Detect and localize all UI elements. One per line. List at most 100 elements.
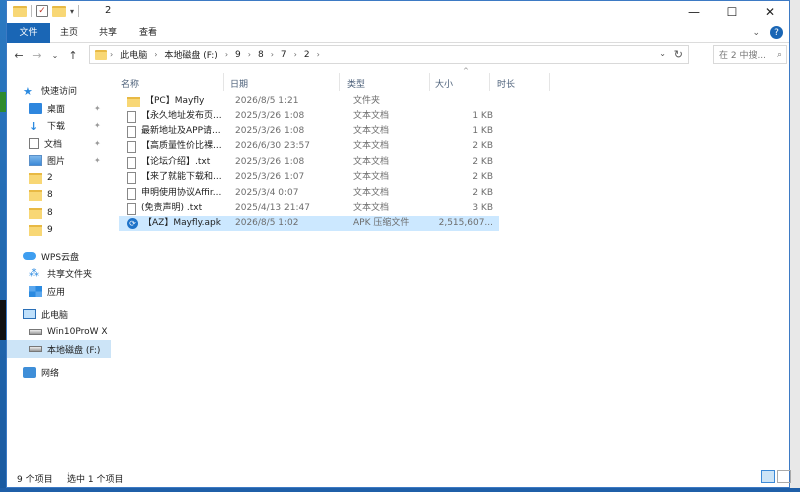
breadcrumb[interactable]: 2: [300, 50, 314, 60]
column-divider[interactable]: [429, 73, 430, 91]
star-icon: ★: [23, 84, 33, 98]
table-row[interactable]: ⟳ 【AZ】Mayfly.apk 2026/8/5 1:02 APK 压缩文件 2…: [119, 216, 499, 231]
ribbon-right: ⌄ ?: [752, 26, 783, 39]
table-row[interactable]: 最新地址及APP请... 2025/3/26 1:08 文本文档 1 KB: [119, 124, 499, 139]
forward-button[interactable]: →: [29, 46, 45, 64]
column-divider[interactable]: [223, 73, 224, 91]
sidebar-item-documents[interactable]: 文档 ✦: [7, 134, 111, 152]
breadcrumb[interactable]: 7: [277, 50, 291, 60]
close-button[interactable]: ✕: [751, 1, 789, 23]
large-icons-view-button[interactable]: [777, 470, 791, 483]
recent-locations-button[interactable]: ⌄: [47, 46, 63, 64]
sidebar-item-local-disk-f[interactable]: 本地磁盘 (F:): [7, 340, 111, 358]
back-button[interactable]: ←: [11, 46, 27, 64]
folder-icon: [29, 189, 42, 201]
details-view-button[interactable]: [761, 470, 775, 483]
breadcrumb[interactable]: 此电脑: [116, 48, 151, 61]
sidebar-item-network[interactable]: 网络: [7, 363, 111, 381]
sort-up-icon: ^: [463, 67, 469, 75]
chevron-right-icon: ›: [247, 50, 251, 59]
sidebar-item-label: 快速访问: [41, 86, 78, 97]
sidebar-item-label: 应用: [47, 287, 66, 298]
table-row[interactable]: 【论坛介绍】.txt 2025/3/26 1:08 文本文档 2 KB: [119, 155, 499, 170]
sidebar-item-quick-access[interactable]: ★ 快速访问: [7, 81, 111, 99]
file-explorer-window: ✓ ▾ 2 — ☐ ✕ 文件 主页 共享 查看 ⌄ ? ← → ⌄ ↑ › 此电…: [6, 0, 791, 488]
sidebar-item-label: 桌面: [47, 104, 66, 115]
sidebar-item-apps[interactable]: 应用: [7, 282, 111, 300]
window-controls: — ☐ ✕: [675, 1, 789, 23]
column-header-name[interactable]: 名称: [121, 73, 139, 93]
sidebar-item-label: 2: [47, 173, 53, 183]
toolbar-divider: [78, 5, 80, 17]
column-divider[interactable]: [339, 73, 340, 91]
file-size: 2 KB: [472, 141, 493, 151]
expand-ribbon-icon[interactable]: ⌄: [752, 28, 760, 38]
text-file-icon: [127, 140, 136, 153]
sidebar-item-pictures[interactable]: 图片 ✦: [7, 151, 111, 169]
folder-icon: [13, 5, 27, 17]
column-divider[interactable]: [549, 73, 550, 91]
sidebar-item-folder-9[interactable]: 9: [7, 221, 111, 239]
breadcrumb[interactable]: 8: [254, 50, 268, 60]
ribbon: 文件 主页 共享 查看 ⌄ ?: [7, 23, 789, 43]
help-icon[interactable]: ?: [770, 26, 783, 39]
table-row[interactable]: (免责声明) .txt 2025/4/13 21:47 文本文档 3 KB: [119, 201, 499, 216]
navigation-bar: ← → ⌄ ↑ › 此电脑 › 本地磁盘 (F:) › 9 › 8 › 7 › …: [7, 44, 789, 66]
file-size: 2,515,607...: [438, 218, 493, 228]
column-header-duration[interactable]: 时长: [497, 73, 515, 93]
search-input[interactable]: 在 2 中搜... ⌕: [713, 45, 787, 64]
file-date: 2025/3/26 1:08: [235, 157, 305, 167]
customize-toolbar-icon[interactable]: ▾: [70, 7, 74, 16]
table-row[interactable]: 【来了就能下载和... 2025/3/26 1:07 文本文档 2 KB: [119, 170, 499, 185]
properties-icon[interactable]: ✓: [36, 5, 48, 17]
apk-icon: ⟳: [127, 218, 138, 229]
sidebar-item-folder-8[interactable]: 8: [7, 204, 111, 222]
sidebar-item-downloads[interactable]: ↓ 下载 ✦: [7, 116, 111, 134]
desktop-icon: [29, 102, 42, 114]
text-file-icon: [127, 187, 136, 200]
chevron-down-icon[interactable]: ⌄: [659, 49, 666, 58]
breadcrumb[interactable]: 本地磁盘 (F:): [160, 48, 221, 61]
pin-icon[interactable]: ✦: [94, 156, 101, 165]
column-divider[interactable]: [489, 73, 490, 91]
network-icon: [23, 366, 36, 378]
minimize-button[interactable]: —: [675, 1, 713, 23]
column-header-size[interactable]: 大小: [435, 73, 453, 93]
new-folder-icon[interactable]: [52, 5, 66, 17]
maximize-button[interactable]: ☐: [713, 1, 751, 23]
table-row[interactable]: 【永久地址发布页... 2025/3/26 1:08 文本文档 1 KB: [119, 109, 499, 124]
taskbar: [0, 488, 800, 492]
refresh-icon[interactable]: ↻: [674, 48, 683, 61]
pin-icon[interactable]: ✦: [94, 139, 101, 148]
tab-share[interactable]: 共享: [89, 23, 127, 43]
sidebar-item-this-pc[interactable]: 此电脑: [7, 305, 111, 323]
pin-icon[interactable]: ✦: [94, 104, 101, 113]
sidebar-item-label: Win10ProW X: [47, 327, 108, 337]
column-header-type[interactable]: 类型: [347, 73, 365, 93]
cloud-icon: [23, 252, 36, 260]
sidebar-item-folder-2[interactable]: 2: [7, 169, 111, 187]
file-date: 2026/8/5 1:21: [235, 96, 299, 106]
column-header-date[interactable]: 日期: [230, 73, 248, 93]
sidebar-item-desktop[interactable]: 桌面 ✦: [7, 99, 111, 117]
up-button[interactable]: ↑: [65, 46, 81, 64]
chevron-right-icon: ›: [270, 50, 274, 59]
pin-icon[interactable]: ✦: [94, 121, 101, 130]
table-row[interactable]: 【PC】Mayfly 2026/8/5 1:21 文件夹: [119, 94, 499, 109]
sidebar-item-folder-8[interactable]: 8: [7, 186, 111, 204]
window-title: 2: [105, 5, 112, 16]
sidebar-item-win10-drive[interactable]: Win10ProW X: [7, 323, 111, 341]
breadcrumb[interactable]: 9: [231, 50, 245, 60]
table-row[interactable]: 申明使用协议Affir... 2025/3/4 0:07 文本文档 2 KB: [119, 186, 499, 201]
file-size: 2 KB: [472, 188, 493, 198]
tab-view[interactable]: 查看: [129, 23, 167, 43]
file-name: 【论坛介绍】.txt: [141, 157, 211, 167]
address-bar[interactable]: › 此电脑 › 本地磁盘 (F:) › 9 › 8 › 7 › 2 › ⌄ ↻: [89, 45, 689, 64]
sidebar-item-shared-folder[interactable]: ⁂ 共享文件夹: [7, 264, 111, 282]
sidebar-item-label: 文档: [44, 139, 63, 150]
tab-home[interactable]: 主页: [50, 23, 88, 43]
table-row[interactable]: 【高质量性价比裸... 2026/6/30 23:57 文本文档 2 KB: [119, 139, 499, 154]
quick-access-toolbar: ✓ ▾: [13, 5, 80, 17]
sidebar-item-wps-cloud[interactable]: WPS云盘: [7, 247, 111, 265]
tab-file[interactable]: 文件: [7, 23, 50, 43]
